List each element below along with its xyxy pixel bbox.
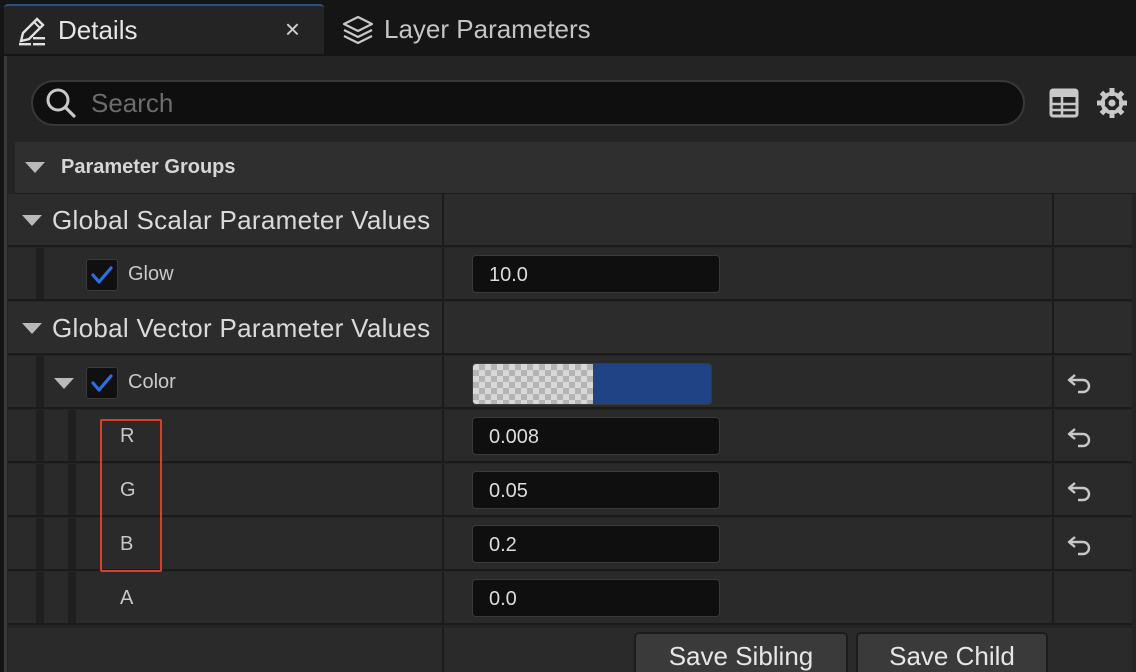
tab-details-label: Details [58, 14, 138, 45]
indent-guide [36, 248, 44, 299]
column-divider [442, 628, 444, 672]
expand-triangle-icon[interactable] [54, 378, 74, 389]
column-divider [1052, 356, 1054, 407]
param-row-a: A 0.0 [8, 572, 1132, 625]
indent-guide [68, 572, 76, 623]
reset-to-default-icon[interactable] [1066, 370, 1092, 396]
checkmark-icon [91, 266, 113, 284]
save-child-button[interactable]: Save Child [856, 632, 1048, 672]
indent-guide [68, 410, 76, 461]
collapse-triangle-icon[interactable] [22, 323, 42, 334]
component-g-field[interactable]: 0.05 [472, 471, 720, 509]
checkmark-icon [91, 374, 113, 392]
column-divider [1052, 518, 1054, 569]
param-row-color: Color [8, 356, 1132, 409]
tab-layer-parameters-label: Layer Parameters [384, 13, 591, 44]
component-a-label: A [120, 587, 134, 609]
reset-to-default-icon[interactable] [1066, 424, 1092, 450]
category-label: Global Vector Parameter Values [52, 313, 431, 343]
component-g-value: 0.05 [489, 480, 528, 502]
category-global-scalar[interactable]: Global Scalar Parameter Values [8, 194, 1132, 247]
indent-guide [36, 518, 44, 569]
category-label: Global Scalar Parameter Values [52, 205, 431, 235]
swatch-solid-preview [593, 364, 711, 404]
tab-details[interactable]: Details × [4, 4, 324, 54]
param-row-glow: Glow 10.0 [8, 248, 1132, 301]
column-divider[interactable] [442, 194, 444, 245]
column-divider [1052, 572, 1054, 623]
column-divider [442, 302, 444, 353]
layers-icon [340, 11, 376, 47]
save-sibling-button[interactable]: Save Sibling [634, 632, 848, 672]
category-global-vector[interactable]: Global Vector Parameter Values [8, 302, 1132, 355]
collapse-triangle-icon[interactable] [22, 215, 42, 226]
component-b-field[interactable]: 0.2 [472, 525, 720, 563]
column-divider [442, 518, 444, 569]
parameter-groups-header[interactable]: Parameter Groups [15, 142, 1136, 194]
color-label: Color [128, 371, 176, 393]
glow-label: Glow [128, 263, 174, 285]
glow-value: 10.0 [489, 264, 528, 286]
color-swatch[interactable] [472, 363, 712, 405]
indent-guide [36, 410, 44, 461]
collapse-triangle-icon[interactable] [25, 162, 45, 173]
search-box[interactable] [31, 80, 1025, 126]
indent-guide [68, 464, 76, 515]
column-divider [442, 248, 444, 299]
color-enable-checkbox[interactable] [86, 367, 118, 399]
glow-value-field[interactable]: 10.0 [472, 255, 720, 293]
param-row-g: G 0.05 [8, 464, 1132, 517]
column-divider [1052, 464, 1054, 515]
search-icon [46, 88, 76, 118]
edit-icon [14, 12, 50, 48]
close-icon[interactable]: × [285, 16, 300, 42]
component-r-field[interactable]: 0.008 [472, 417, 720, 455]
gear-icon[interactable] [1095, 86, 1129, 120]
component-a-value: 0.0 [489, 588, 517, 610]
component-a-field[interactable]: 0.0 [472, 579, 720, 617]
component-r-value: 0.008 [489, 426, 540, 448]
param-row-b: B 0.2 [8, 518, 1132, 571]
reset-to-default-icon[interactable] [1066, 532, 1092, 558]
column-divider [442, 410, 444, 461]
search-input[interactable] [91, 87, 991, 119]
column-divider [1052, 194, 1054, 245]
column-divider [442, 572, 444, 623]
table-view-icon[interactable] [1047, 86, 1081, 120]
column-divider [442, 356, 444, 407]
column-divider [1052, 410, 1054, 461]
parameter-groups-label: Parameter Groups [61, 156, 236, 178]
tab-layer-parameters[interactable]: Layer Parameters [330, 4, 630, 54]
param-row-r: R 0.008 [8, 410, 1132, 463]
indent-guide [68, 518, 76, 569]
column-divider [1052, 248, 1054, 299]
column-divider [1052, 302, 1054, 353]
indent-guide [36, 356, 44, 407]
column-divider [442, 464, 444, 515]
swatch-alpha-preview [473, 364, 593, 404]
reset-to-default-icon[interactable] [1066, 478, 1092, 504]
annotation-highlight-box [100, 419, 162, 572]
indent-guide [36, 464, 44, 515]
component-b-value: 0.2 [489, 534, 517, 556]
button-row: Save Sibling Save Child [8, 628, 1132, 672]
tab-bar: Details × Layer Parameters [0, 0, 1136, 56]
indent-guide [36, 572, 44, 623]
search-row [7, 56, 1136, 140]
glow-enable-checkbox[interactable] [86, 259, 118, 291]
